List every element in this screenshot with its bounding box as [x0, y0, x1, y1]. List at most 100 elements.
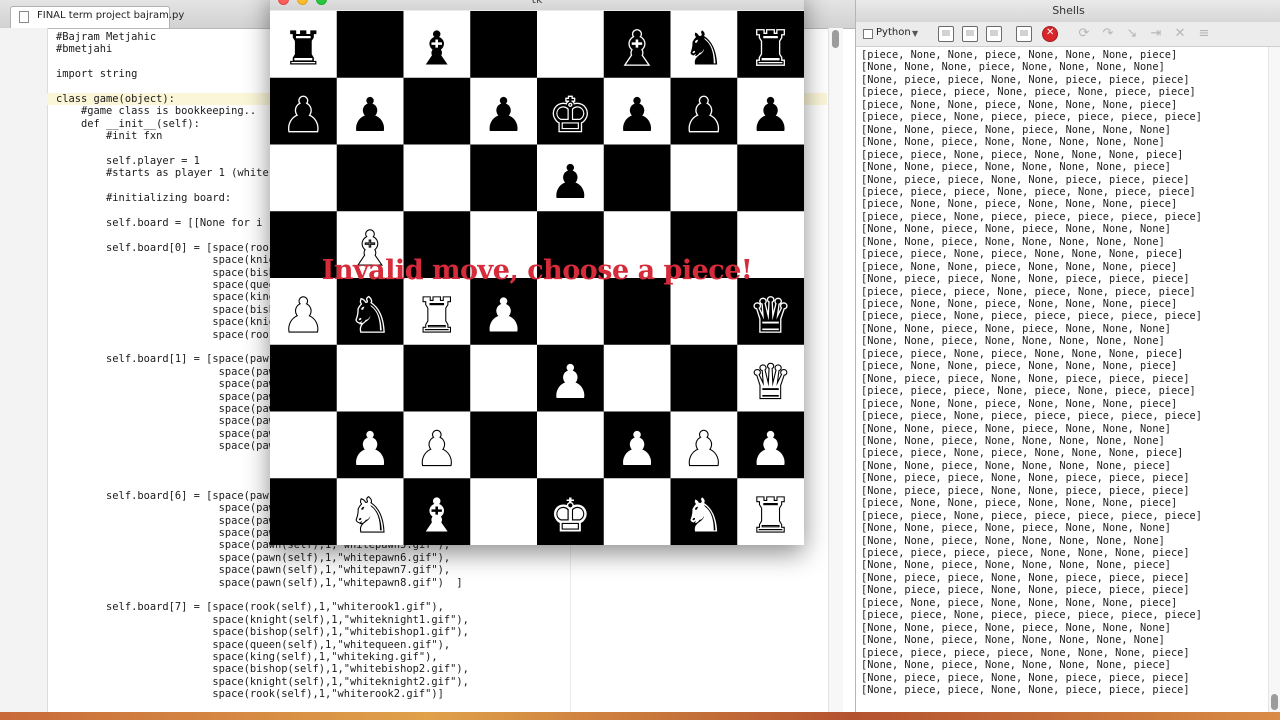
step-out-icon[interactable]: ⇥	[1148, 26, 1164, 42]
code-text: space(bishop(self),1,"whitebishop1.gif")…	[56, 626, 469, 639]
white-pawn-icon[interactable]: ♟	[281, 288, 325, 344]
black-bishop-icon[interactable]: ♝	[415, 21, 459, 78]
code-line: 52 space(bishop(self),1,"whitebishop2.gi…	[47, 663, 827, 675]
board-square[interactable]	[537, 411, 605, 479]
shells-toolbar: Python ▼ ⟳ ↷ ↘ ⇥ ✕ ≡	[856, 22, 1280, 47]
board-square[interactable]	[270, 144, 338, 212]
board-square[interactable]	[336, 344, 404, 412]
shell-output-line: [None, piece, piece, None, None, piece, …	[861, 584, 1190, 597]
board-square[interactable]	[670, 278, 738, 346]
step-over-icon[interactable]: ↷	[1100, 26, 1116, 42]
black-pawn-icon[interactable]: ♟	[481, 88, 525, 145]
shell-output-line: [piece, piece, None, piece, None, None, …	[861, 148, 1184, 161]
board-square[interactable]	[403, 77, 471, 145]
white-knight-icon[interactable]: ♞	[348, 489, 392, 545]
code-text: #init fxn	[56, 130, 163, 143]
editor-scrollbar-thumb[interactable]	[832, 30, 839, 48]
shell-output-line: [piece, piece, None, piece, piece, piece…	[861, 410, 1202, 423]
interpreter-select[interactable]: Python ▼	[860, 25, 920, 43]
code-text: #Bajram Metjahic	[56, 31, 157, 43]
white-king-icon[interactable]: ♚	[548, 489, 592, 545]
white-knight-icon[interactable]: ♞	[682, 489, 726, 545]
white-pawn-icon[interactable]: ♟	[548, 355, 592, 411]
black-bishop-icon[interactable]: ♝	[615, 21, 659, 78]
chess-board-canvas[interactable]: ♜ ♝ ♝ ♞ ♜ ♟ ♟ ♟ ♚ ♟ ♟ ♟ ♟ ♝ ♟ ♞ ♜ ♟ ♛ ♟ ♛ ♟ ♟ ♟ ♟ ♟ ♞ ♝ ♚ ♞ ♜ Invalid …	[270, 11, 804, 545]
board-square[interactable]	[270, 344, 338, 412]
white-queen-icon[interactable]: ♛	[749, 355, 793, 411]
black-rook-icon[interactable]: ♜	[748, 21, 792, 78]
stop-icon[interactable]	[1042, 26, 1058, 42]
white-bishop-icon[interactable]: ♝	[415, 489, 459, 545]
shell-scrollbar-thumb[interactable]	[1271, 694, 1278, 710]
board-square[interactable]	[670, 144, 738, 212]
white-pawn-icon[interactable]: ♟	[415, 422, 459, 478]
code-text: space(pawn(self),1,"whitepawn8.gif") ]	[56, 576, 463, 589]
white-rook-icon[interactable]: ♜	[415, 288, 459, 344]
board-square[interactable]	[537, 11, 605, 79]
board-square[interactable]	[336, 144, 404, 212]
board-square[interactable]	[470, 478, 538, 545]
board-square[interactable]	[270, 478, 338, 545]
code-text: space(bish	[56, 303, 275, 316]
white-pawn-icon[interactable]: ♟	[749, 422, 793, 478]
shell-output-line: [None, None, piece, None, piece, None, N…	[861, 422, 1171, 435]
board-square[interactable]	[403, 144, 471, 212]
white-pawn-icon[interactable]: ♟	[348, 422, 392, 478]
black-pawn-icon[interactable]: ♟	[748, 88, 792, 145]
board-square[interactable]	[603, 478, 671, 545]
board-square[interactable]	[470, 144, 538, 212]
black-pawn-icon[interactable]: ♟	[615, 88, 659, 145]
white-pawn-icon[interactable]: ♟	[482, 288, 526, 344]
black-king-icon[interactable]: ♚	[548, 88, 592, 145]
shells-title-bar: Shells	[856, 0, 1280, 23]
black-rook-icon[interactable]: ♜	[281, 21, 325, 78]
tab-final-term-project[interactable]: FINAL term project bajram.py	[10, 6, 184, 28]
black-knight-icon[interactable]: ♞	[348, 288, 392, 345]
board-square[interactable]	[737, 144, 804, 212]
white-pawn-icon[interactable]: ♟	[682, 422, 726, 478]
black-pawn-icon[interactable]: ♟	[682, 88, 726, 145]
board-square[interactable]	[470, 11, 538, 79]
new-shell-icon[interactable]	[938, 26, 954, 42]
shell-output-line: [piece, None, None, piece, None, None, N…	[861, 198, 1178, 211]
code-line: 50 space(queen(self),1,"whitequeen.gif")…	[47, 639, 827, 651]
white-rook-icon[interactable]: ♜	[749, 489, 793, 545]
edit-shell-icon[interactable]	[962, 26, 978, 42]
board-square[interactable]	[537, 278, 605, 346]
board-square[interactable]	[470, 411, 538, 479]
code-text: self.board[1] = [space(paw	[56, 353, 269, 366]
board-square[interactable]	[336, 11, 404, 79]
clear-shell-icon[interactable]	[1016, 26, 1032, 42]
reload-shell-icon[interactable]	[986, 26, 1002, 42]
shell-output-line: [piece, piece, piece, piece, None, None,…	[861, 547, 1190, 559]
board-square[interactable]	[603, 344, 671, 412]
board-square[interactable]	[403, 344, 471, 412]
step-into-icon[interactable]: ↘	[1124, 26, 1140, 42]
shell-output-line: [piece, piece, piece, None, piece, None,…	[861, 385, 1196, 398]
code-text: space(bishop(self),1,"whitebishop2.gif")…	[56, 663, 469, 676]
refresh-icon[interactable]: ⟳	[1076, 26, 1092, 42]
black-knight-icon[interactable]: ♞	[682, 21, 726, 78]
board-square[interactable]	[470, 344, 538, 412]
black-pawn-icon[interactable]: ♟	[281, 88, 325, 145]
code-line: 46	[47, 589, 827, 601]
editor-scrollbar[interactable]	[828, 28, 843, 720]
code-text: self.board[0] = [space(roo	[56, 241, 269, 254]
code-text: space(paw	[56, 427, 275, 440]
close-icon[interactable]: ✕	[1172, 26, 1188, 42]
board-square[interactable]	[603, 144, 671, 212]
tk-title-bar[interactable]: tk	[270, 0, 804, 10]
menu-icon[interactable]: ≡	[1196, 26, 1212, 42]
black-queen-icon[interactable]: ♛	[748, 288, 792, 345]
white-pawn-icon[interactable]: ♟	[615, 422, 659, 478]
code-text: #bmetjahi	[56, 43, 113, 56]
shell-scrollbar[interactable]	[1268, 47, 1280, 720]
board-square[interactable]	[670, 344, 738, 412]
shell-output-line: [piece, None, piece, None, None, None, N…	[861, 596, 1178, 609]
shell-output[interactable]: [piece, None, None, piece, None, None, N…	[856, 47, 1268, 720]
board-square[interactable]	[603, 278, 671, 346]
black-pawn-icon[interactable]: ♟	[348, 88, 392, 145]
board-square[interactable]	[270, 411, 338, 479]
black-pawn-icon[interactable]: ♟	[548, 155, 592, 212]
shell-output-line: [None, piece, piece, None, None, piece, …	[861, 73, 1190, 86]
